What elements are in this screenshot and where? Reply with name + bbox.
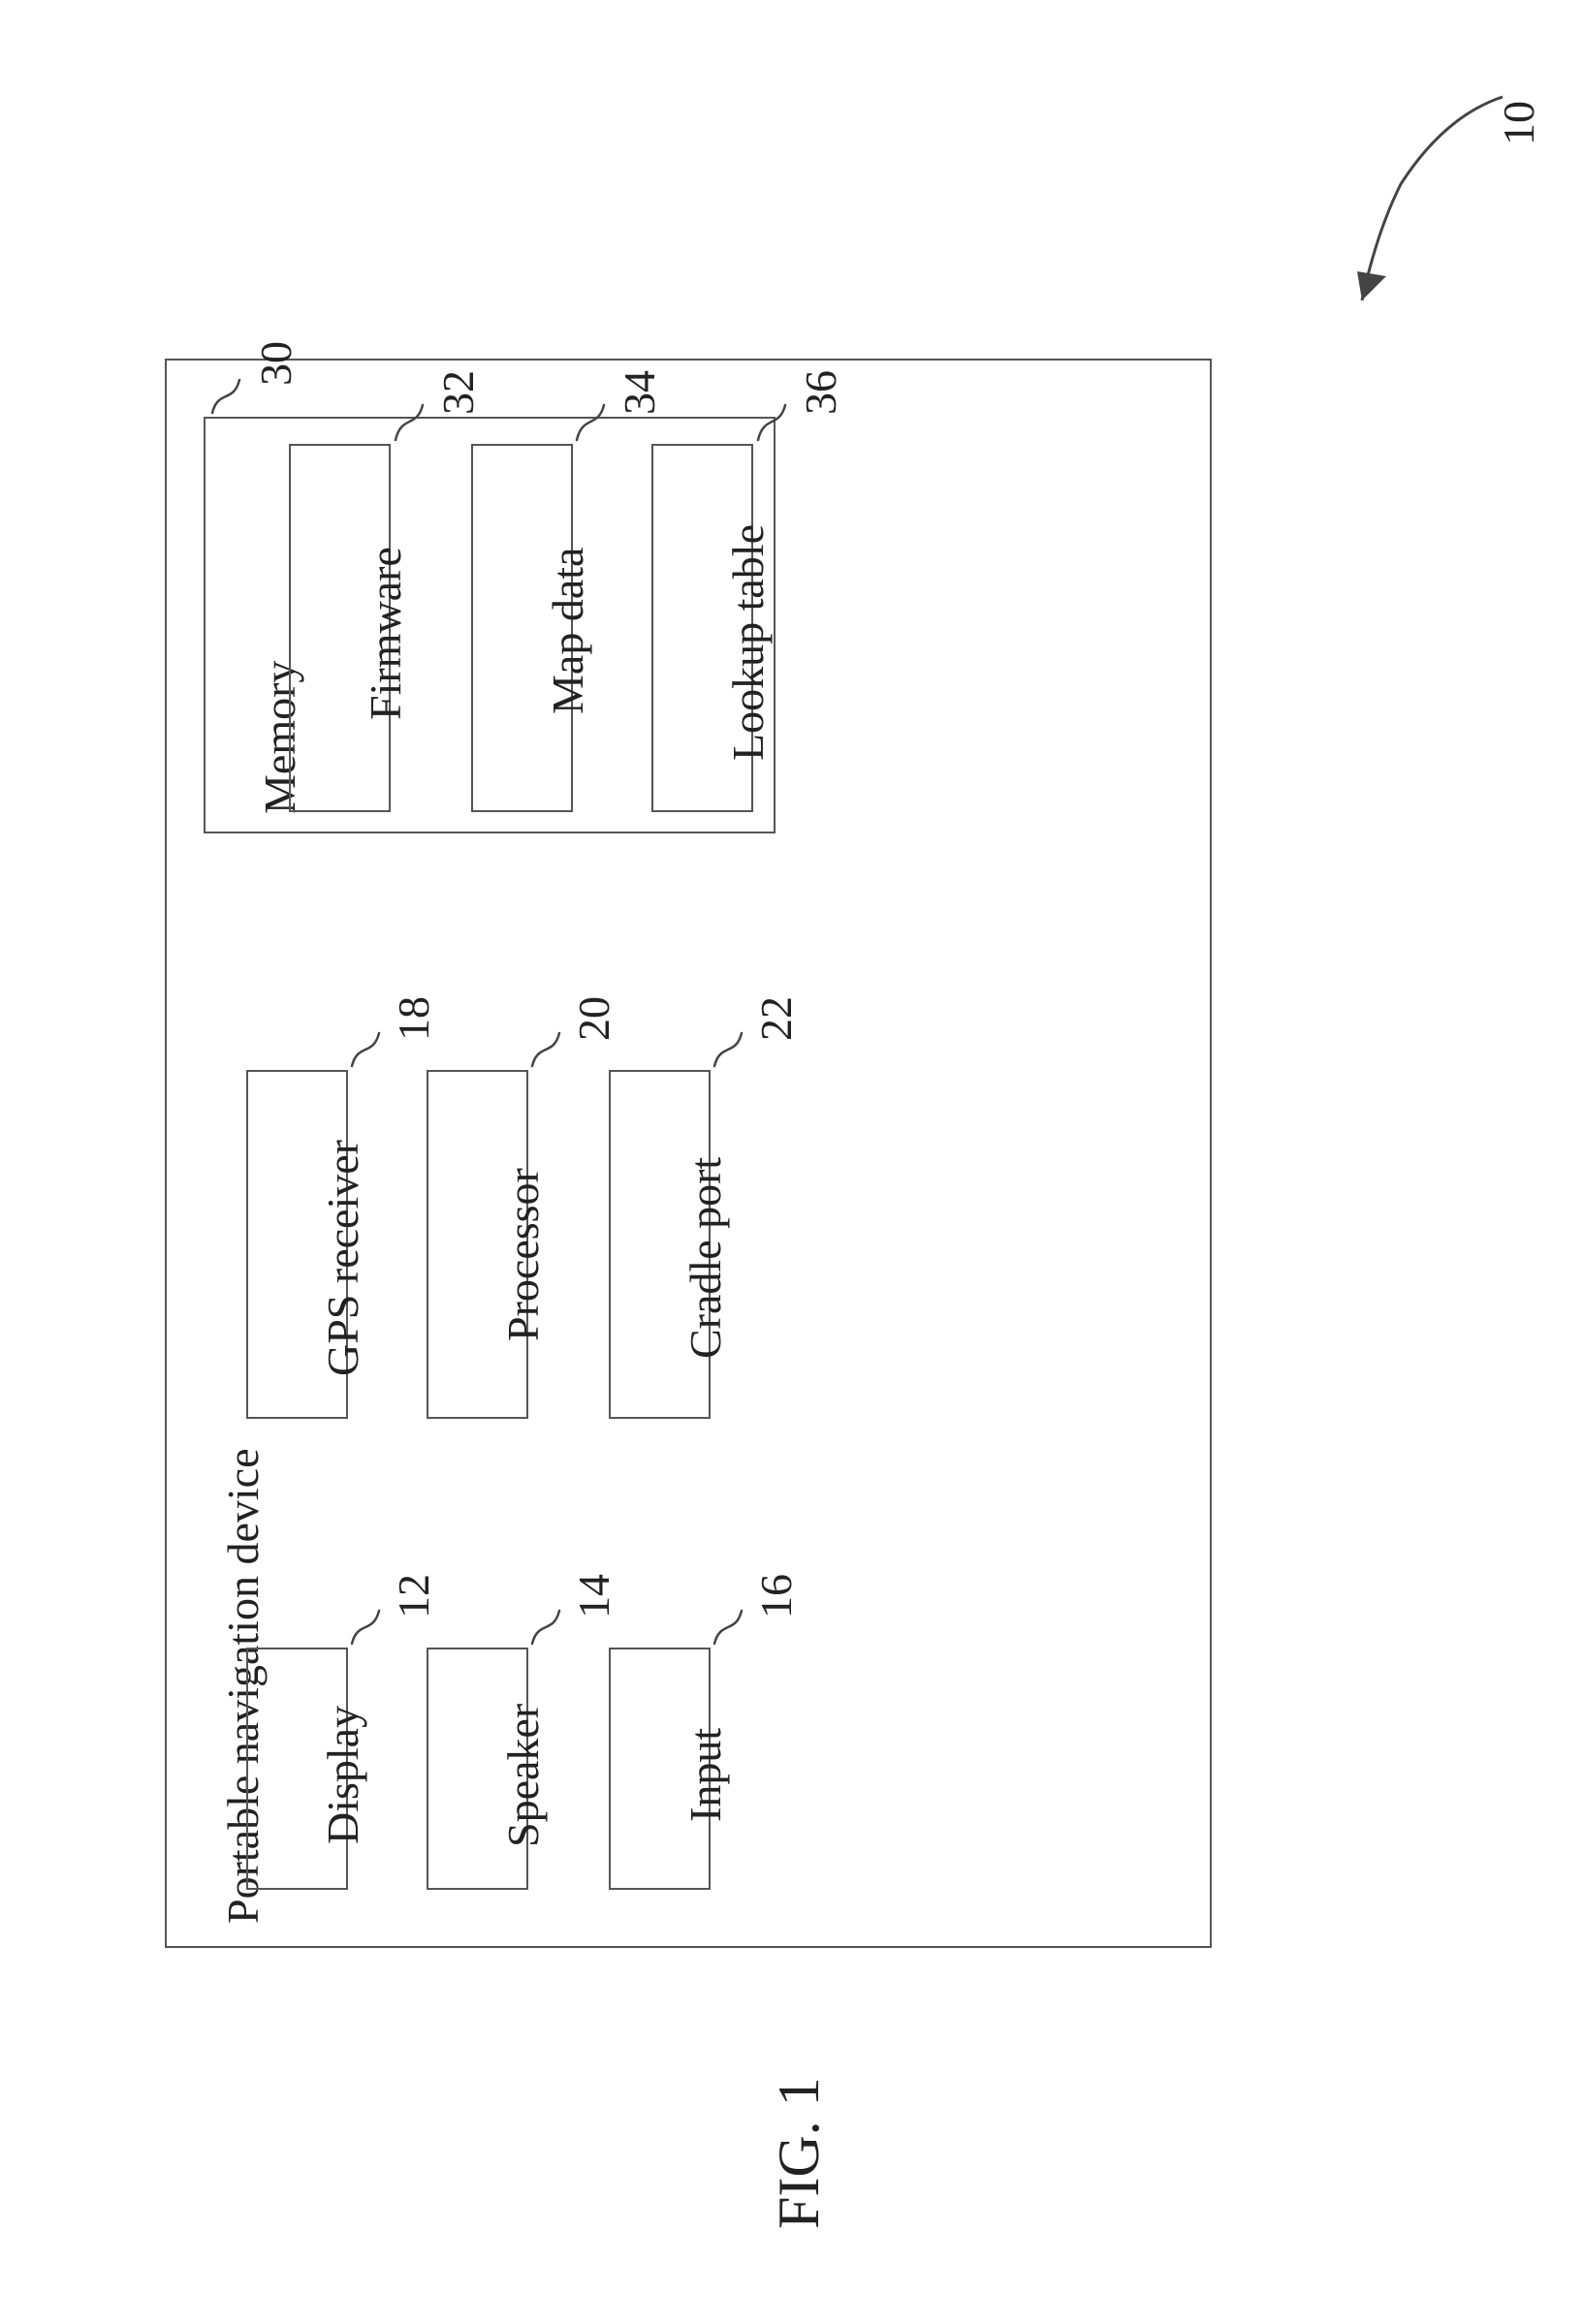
ref-16: 16 bbox=[750, 1574, 802, 1618]
diagram-page: 10 Portable navigation device Display 12… bbox=[0, 0, 1583, 2324]
ref-32: 32 bbox=[432, 370, 484, 415]
label-lookup: Lookup table bbox=[722, 524, 774, 761]
label-cradle: Cradle port bbox=[680, 1157, 731, 1359]
ref-20: 20 bbox=[568, 996, 619, 1041]
leader-display bbox=[348, 1607, 383, 1648]
ref-10: 10 bbox=[1493, 101, 1544, 145]
ref-18: 18 bbox=[388, 996, 439, 1041]
leader-firmware bbox=[392, 401, 427, 444]
leader-lookup bbox=[754, 401, 789, 444]
leader-processor bbox=[528, 1029, 563, 1070]
leader-gps bbox=[348, 1029, 383, 1070]
ref-36: 36 bbox=[795, 370, 846, 415]
ref-34: 34 bbox=[614, 370, 665, 415]
label-gps: GPS receiver bbox=[317, 1140, 368, 1376]
figure-caption: FIG. 1 bbox=[766, 2077, 833, 2229]
label-input: Input bbox=[680, 1728, 731, 1822]
leader-memory bbox=[208, 376, 243, 417]
ref-30: 30 bbox=[250, 341, 301, 386]
ref-14: 14 bbox=[568, 1574, 619, 1618]
label-firmware: Firmware bbox=[360, 547, 411, 720]
leader-mapdata bbox=[573, 401, 608, 444]
label-speaker: Speaker bbox=[497, 1704, 549, 1847]
leader-cradle bbox=[711, 1029, 745, 1070]
leader-input bbox=[711, 1607, 745, 1648]
ref-22: 22 bbox=[750, 996, 802, 1041]
label-display: Display bbox=[317, 1706, 368, 1844]
label-mapdata: Map data bbox=[542, 548, 593, 714]
ref-12: 12 bbox=[388, 1574, 439, 1618]
leader-speaker bbox=[528, 1607, 563, 1648]
label-processor: Processor bbox=[497, 1168, 549, 1341]
